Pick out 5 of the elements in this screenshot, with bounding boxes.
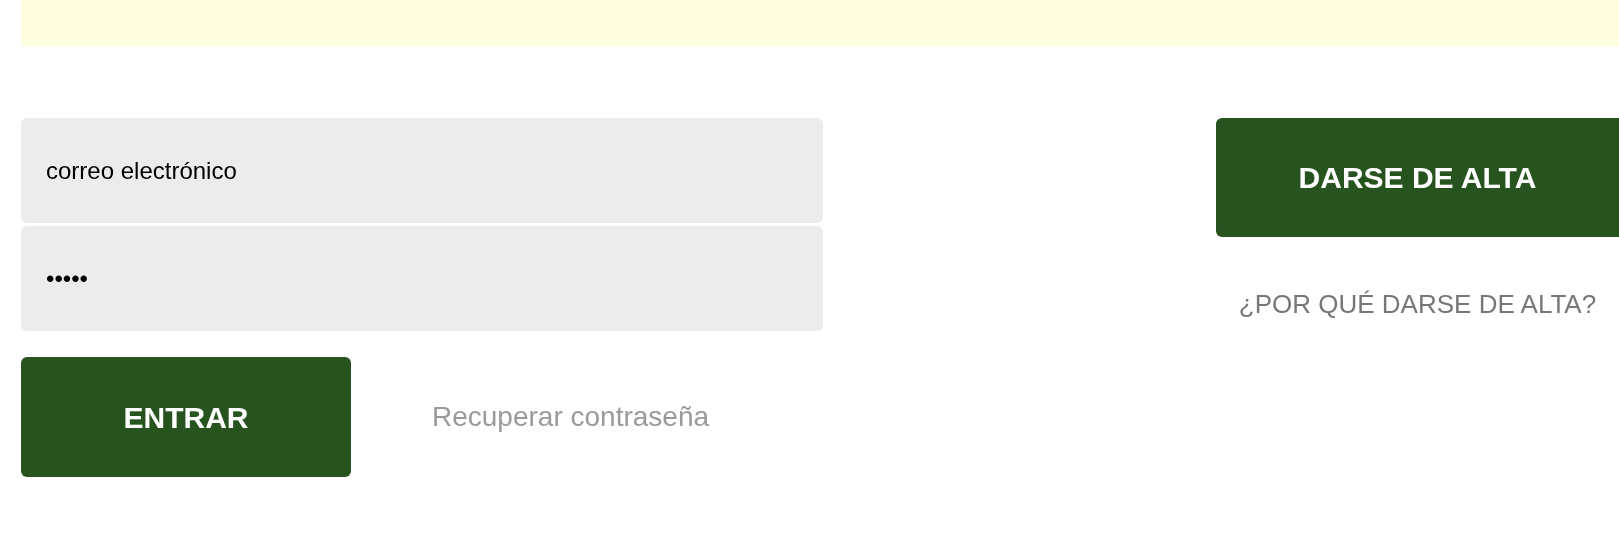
email-field[interactable]: correo electrónico	[21, 118, 823, 223]
login-button[interactable]: ENTRAR	[21, 357, 351, 477]
password-field[interactable]: •••••	[21, 226, 823, 331]
why-signup-link[interactable]: ¿POR QUÉ DARSE DE ALTA?	[1238, 285, 1597, 324]
signup-button[interactable]: DARSE DE ALTA	[1216, 118, 1619, 237]
